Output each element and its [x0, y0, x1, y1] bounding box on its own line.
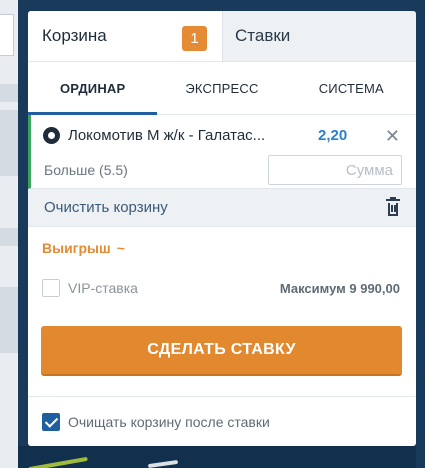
tab-cart-label: Корзина [42, 26, 107, 45]
banner-streak [28, 456, 88, 468]
tab-single[interactable]: ОРДИНАР [28, 62, 158, 115]
vip-label[interactable]: VIP-ставка [68, 280, 138, 296]
sport-ball-icon [43, 126, 60, 144]
slip-tabs: Корзина 1 Ставки [28, 11, 416, 61]
bet-slip-panel: Корзина 1 Ставки ОРДИНАР ЭКСПРЕСС СИСТЕМ… [28, 11, 416, 446]
background-stripe [0, 228, 18, 246]
win-value: ~ [116, 240, 125, 256]
trash-icon[interactable] [386, 197, 400, 216]
background-left-strip [0, 0, 18, 468]
bet-type-tabs: ОРДИНАР ЭКСПРЕСС СИСТЕМА [28, 61, 416, 115]
tab-bets[interactable]: Ставки [222, 11, 416, 61]
background-stripe [0, 287, 18, 353]
cart-count-badge: 1 [182, 26, 207, 51]
tab-cart[interactable]: Корзина 1 [28, 11, 222, 61]
clear-after-bet-label[interactable]: Очищать корзину после ставки [68, 414, 270, 430]
vip-checkbox[interactable] [42, 279, 60, 297]
bet-market: Больше (5.5) [44, 162, 128, 178]
tab-express[interactable]: ЭКСПРЕСС [157, 62, 286, 114]
background-widget [0, 14, 14, 56]
clear-after-bet-row: Очищать корзину после ставки [28, 396, 416, 446]
clear-after-bet-checkbox[interactable] [42, 412, 60, 431]
tab-bets-label: Ставки [235, 26, 291, 45]
vip-row: VIP-ставка Максимум 9 990,00 [28, 269, 416, 307]
banner-streak [147, 459, 179, 468]
background-bottom-banner [18, 446, 416, 468]
background-right-strip [416, 0, 425, 468]
background-stripe [0, 110, 18, 176]
clear-cart-row[interactable]: Очистить корзину [28, 189, 416, 227]
amount-input[interactable] [268, 155, 402, 185]
bet-odds: 2,20 [318, 126, 348, 144]
max-stake-label: Максимум 9 990,00 [279, 280, 400, 296]
background-stripe [0, 84, 18, 102]
tab-system[interactable]: СИСТЕМА [287, 62, 416, 114]
remove-bet-icon[interactable]: ✕ [385, 127, 400, 145]
place-bet-button[interactable]: СДЕЛАТЬ СТАВКУ [41, 326, 402, 376]
win-label: Выигрыш [42, 240, 111, 256]
clear-cart-label: Очистить корзину [44, 199, 168, 216]
win-row: Выигрыш ~ [28, 227, 416, 269]
bet-item: Локомотив М ж/к - Галатас... 2,20 ✕ Боль… [28, 115, 416, 189]
event-name[interactable]: Локомотив М ж/к - Галатас... [68, 127, 306, 144]
